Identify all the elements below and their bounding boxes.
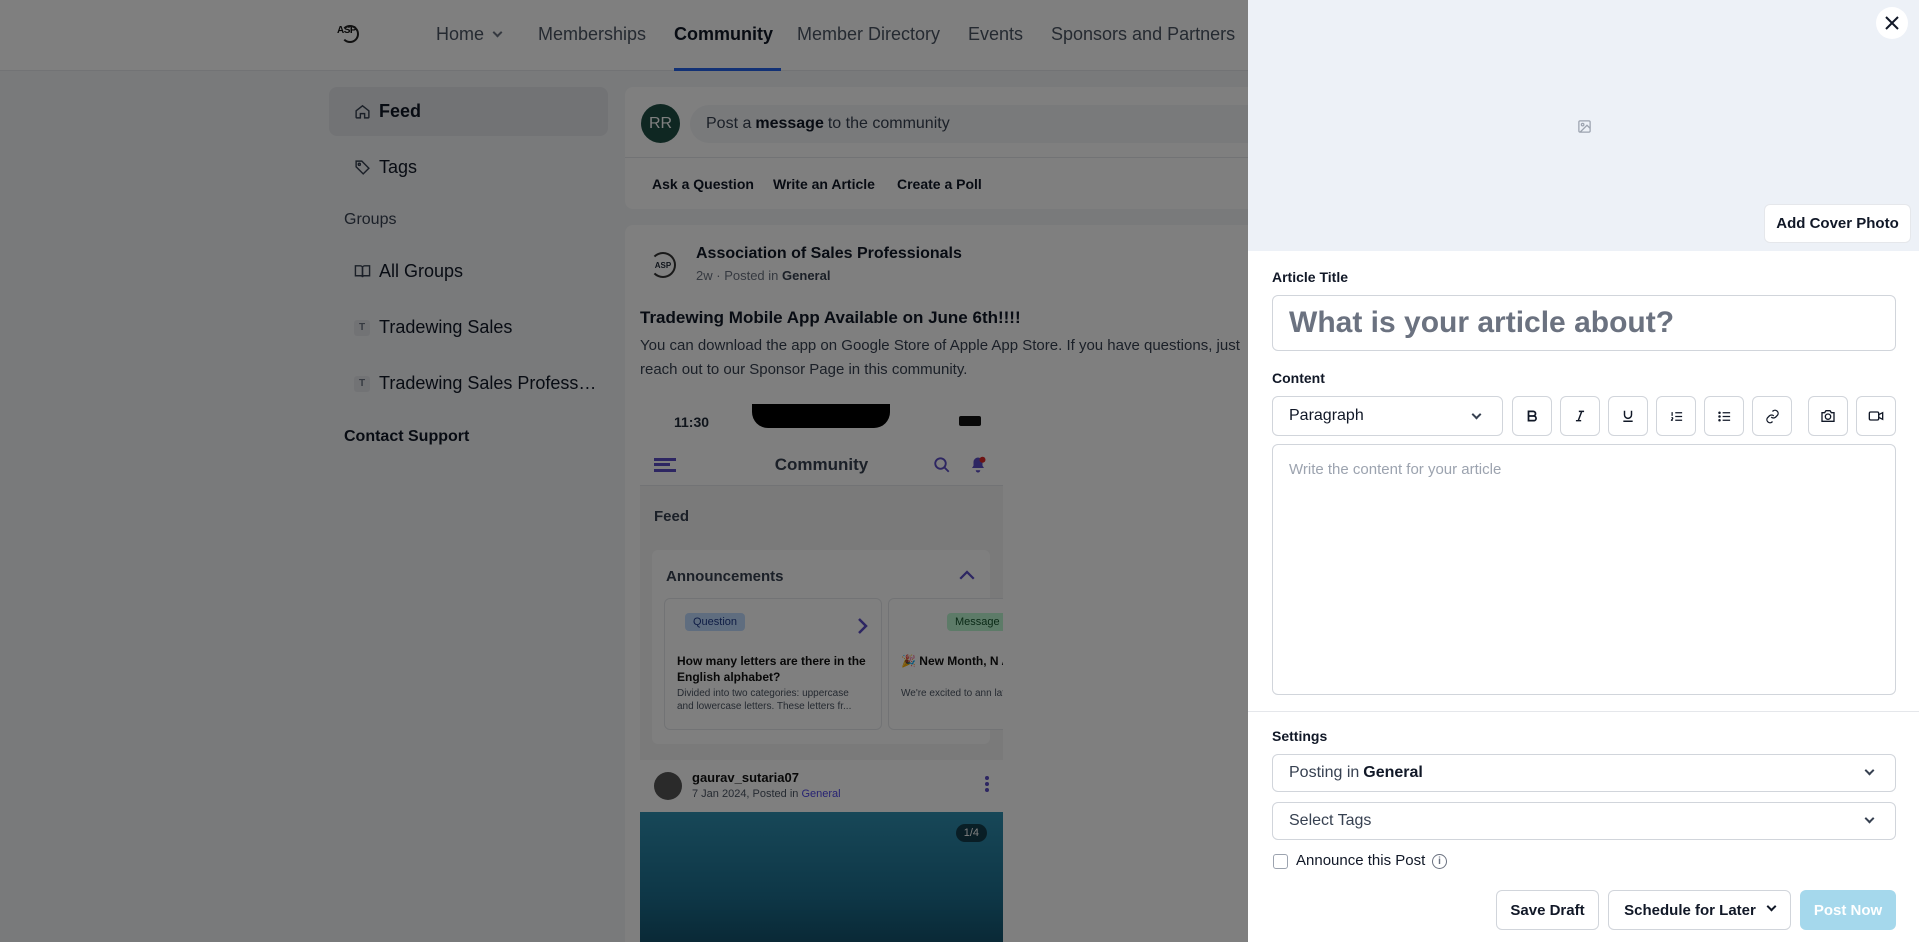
divider: [1248, 711, 1919, 712]
add-cover-photo-button[interactable]: Add Cover Photo: [1764, 204, 1911, 243]
chevron-down-icon: [1471, 409, 1482, 420]
chevron-down-icon: [1864, 813, 1875, 824]
select-tags-label: Select Tags: [1289, 812, 1372, 829]
settings-label: Settings: [1272, 728, 1328, 744]
link-button[interactable]: [1752, 396, 1792, 436]
italic-icon: [1575, 410, 1585, 422]
close-button[interactable]: [1876, 7, 1908, 39]
bold-icon: [1527, 410, 1537, 422]
bold-button[interactable]: [1512, 396, 1552, 436]
paragraph-style-select[interactable]: Paragraph: [1272, 396, 1503, 436]
video-icon: [1868, 411, 1884, 421]
post-now-button[interactable]: Post Now: [1800, 890, 1896, 930]
save-draft-button[interactable]: Save Draft: [1496, 890, 1599, 930]
modal-backdrop[interactable]: [0, 0, 1248, 942]
select-tags-dropdown[interactable]: Select Tags: [1272, 802, 1896, 840]
chevron-down-icon: [1864, 765, 1875, 776]
bullet-list-button[interactable]: [1704, 396, 1744, 436]
article-title-input[interactable]: What is your article about?: [1272, 295, 1896, 351]
bullet-list-icon: [1717, 411, 1730, 421]
info-icon[interactable]: i: [1432, 854, 1447, 869]
schedule-label: Schedule for Later: [1624, 901, 1756, 919]
underline-icon: [1623, 410, 1633, 422]
add-video-button[interactable]: [1856, 396, 1896, 436]
announce-post-checkbox[interactable]: [1273, 854, 1288, 869]
content-label: Content: [1272, 370, 1325, 386]
link-icon: [1765, 409, 1779, 423]
add-photo-button[interactable]: [1808, 396, 1848, 436]
posting-in-select[interactable]: Posting in General: [1272, 754, 1896, 792]
schedule-for-later-button[interactable]: Schedule for Later: [1608, 890, 1791, 930]
ordered-list-icon: [1670, 411, 1682, 421]
article-title-label: Article Title: [1272, 269, 1348, 285]
chevron-down-icon: [1766, 901, 1777, 911]
posting-in-value: General: [1363, 764, 1423, 781]
announce-post-label[interactable]: Announce this Post: [1296, 852, 1425, 869]
posting-in-label: Posting in: [1289, 764, 1360, 781]
paragraph-style-value: Paragraph: [1289, 407, 1364, 424]
ordered-list-button[interactable]: [1656, 396, 1696, 436]
underline-button[interactable]: [1608, 396, 1648, 436]
image-placeholder-icon: [1577, 119, 1592, 139]
camera-icon: [1821, 410, 1835, 422]
close-icon: [1885, 16, 1899, 30]
italic-button[interactable]: [1560, 396, 1600, 436]
article-content-editor[interactable]: Write the content for your article: [1272, 444, 1896, 695]
